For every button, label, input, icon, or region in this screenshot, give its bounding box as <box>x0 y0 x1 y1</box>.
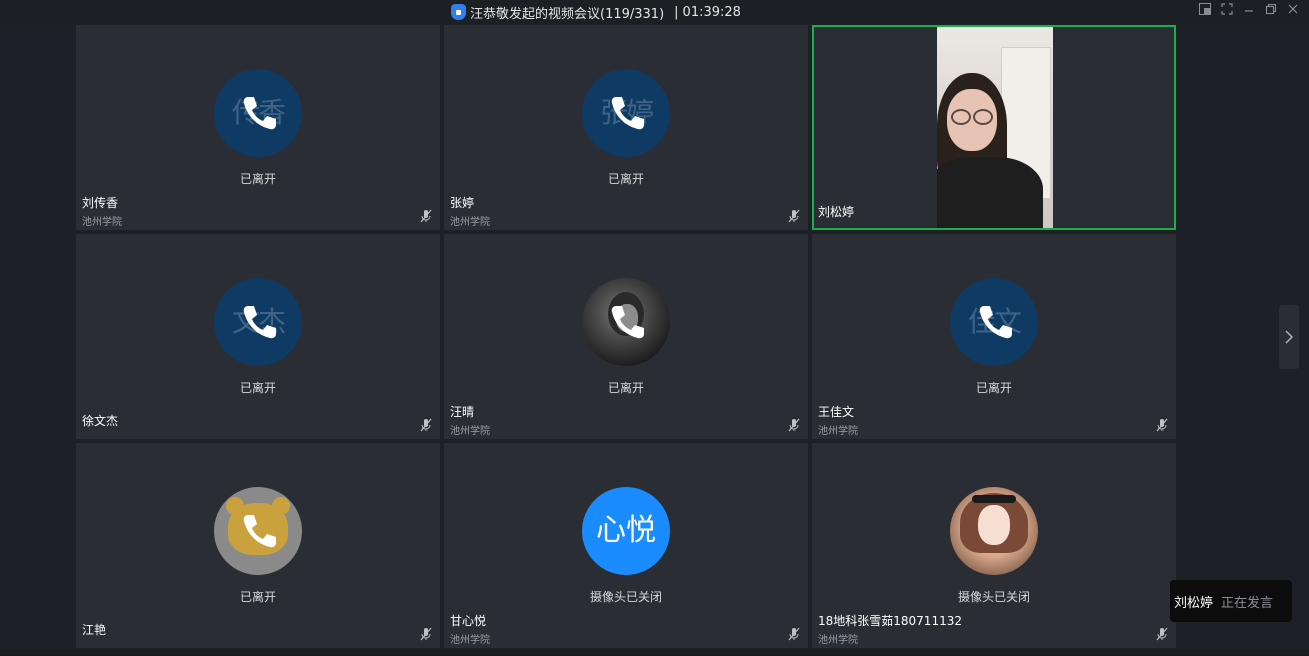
participant-status: 已离开 <box>239 172 276 186</box>
participant-name: 张婷 <box>450 196 475 210</box>
participant-org: 池州学院 <box>818 426 858 437</box>
phone-icon <box>243 97 276 130</box>
participant-org: 池州学院 <box>450 217 490 228</box>
avatar-photo <box>950 487 1038 575</box>
bottom-bar <box>0 650 1309 656</box>
mic-off-icon[interactable] <box>788 627 800 641</box>
participant-tile[interactable]: 已离开 江艳 <box>76 443 440 648</box>
active-speaker-tile[interactable]: 刘松婷 <box>812 25 1176 230</box>
participant-tile[interactable]: 佳文 已离开 王佳文 池州学院 <box>812 234 1176 439</box>
phone-icon <box>611 306 644 339</box>
meeting-title-text: 汪恭敬发起的视频会议(119/331) <box>470 6 665 22</box>
fullscreen-icon[interactable] <box>1219 3 1235 19</box>
mic-off-icon[interactable] <box>1156 418 1168 432</box>
participant-name: 刘松婷 <box>818 205 855 219</box>
video-person-body <box>937 157 1043 228</box>
title-separator: | <box>674 4 679 20</box>
participant-org: 池州学院 <box>82 217 122 228</box>
mic-off-icon[interactable] <box>420 627 432 641</box>
phone-icon <box>243 306 276 339</box>
chevron-right-icon <box>1285 330 1294 344</box>
speaking-indicator: 刘松婷 正在发言 <box>1170 580 1292 622</box>
mic-off-icon[interactable] <box>420 209 432 223</box>
participant-tile[interactable]: 摄像头已关闭 18地科张雪茹180711132 池州学院 <box>812 443 1176 648</box>
avatar: 心悦 <box>582 487 670 575</box>
mic-off-icon[interactable] <box>420 418 432 432</box>
pip-icon[interactable] <box>1197 3 1213 19</box>
phone-icon <box>243 515 276 548</box>
avatar-photo-face <box>978 505 1010 545</box>
participant-status: 摄像头已关闭 <box>957 590 1030 604</box>
participant-tile[interactable]: 已离开 汪晴 池州学院 <box>444 234 808 439</box>
video-person-glasses <box>973 109 993 125</box>
participant-name: 徐文杰 <box>82 414 119 428</box>
avatar-initials: 心悦 <box>596 513 656 548</box>
participant-name: 甘心悦 <box>450 614 487 628</box>
participant-status: 已离开 <box>607 381 644 395</box>
participant-status: 已离开 <box>239 590 276 604</box>
participant-name: 汪晴 <box>450 405 475 419</box>
participant-tile[interactable]: 心悦 摄像头已关闭 甘心悦 池州学院 <box>444 443 808 648</box>
participant-tile[interactable]: 文杰 已离开 徐文杰 <box>76 234 440 439</box>
participant-status: 已离开 <box>607 172 644 186</box>
participant-tile[interactable]: 张婷 已离开 张婷 池州学院 <box>444 25 808 230</box>
next-page-button[interactable] <box>1279 305 1299 369</box>
participant-name: 18地科张雪茹180711132 <box>818 614 962 628</box>
participant-tile[interactable]: 传香 已离开 刘传香 池州学院 <box>76 25 440 230</box>
participant-status: 已离开 <box>239 381 276 395</box>
participant-status: 摄像头已关闭 <box>589 590 662 604</box>
participant-name: 刘传香 <box>82 196 119 210</box>
meeting-title: 汪恭敬发起的视频会议(119/331) | 01:39:28 <box>451 2 741 22</box>
participant-video <box>937 27 1053 228</box>
avatar-photo-headband <box>972 495 1016 503</box>
speaking-status: 正在发言 <box>1221 595 1274 611</box>
participant-org: 池州学院 <box>450 426 490 437</box>
meeting-timer: 01:39:28 <box>682 4 741 20</box>
lock-shield-icon <box>451 4 466 20</box>
speaking-name: 刘松婷 <box>1174 595 1214 611</box>
participant-status: 已离开 <box>975 381 1012 395</box>
title-bar: 汪恭敬发起的视频会议(119/331) | 01:39:28 <box>0 0 1309 24</box>
participant-org: 池州学院 <box>450 635 490 646</box>
mic-off-icon[interactable] <box>1156 627 1168 641</box>
phone-icon <box>979 306 1012 339</box>
phone-icon <box>611 97 644 130</box>
mic-off-icon[interactable] <box>788 209 800 223</box>
participant-name: 江艳 <box>82 623 107 637</box>
minimize-icon[interactable] <box>1241 3 1257 19</box>
restore-icon[interactable] <box>1263 3 1279 19</box>
participant-org: 池州学院 <box>818 635 858 646</box>
participant-name: 王佳文 <box>818 405 855 419</box>
close-icon[interactable] <box>1285 3 1301 19</box>
video-person-glasses <box>951 109 971 125</box>
mic-off-icon[interactable] <box>788 418 800 432</box>
